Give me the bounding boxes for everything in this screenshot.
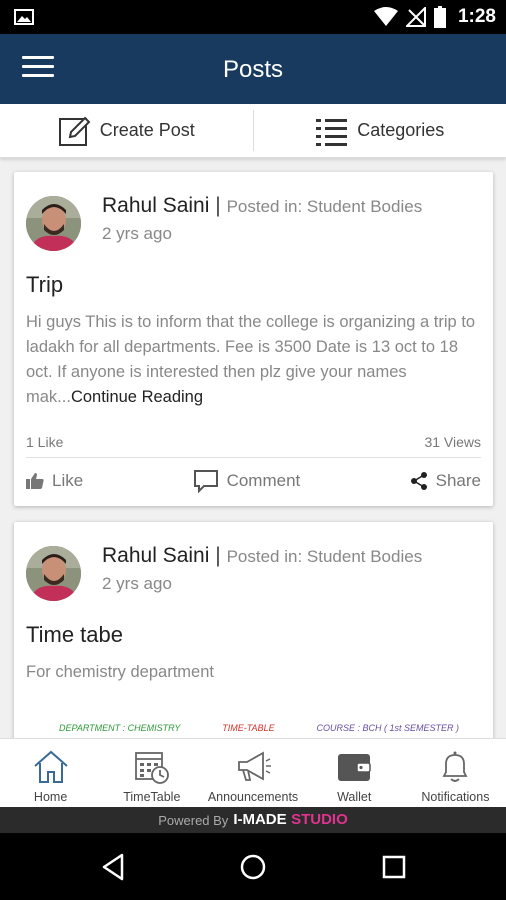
create-post-button[interactable]: Create Post <box>0 104 253 157</box>
post-author-line: Rahul Saini | Posted in: Student Bodies <box>102 194 422 218</box>
brand-logo: I-MADE STUDIO <box>233 811 347 829</box>
post-time: 2 yrs ago <box>102 224 172 243</box>
attachment-course: COURSE : BCH ( 1st SEMESTER ) <box>316 723 459 733</box>
post-stats: 1 Like 31 Views <box>26 434 481 450</box>
brand-name-part2: STUDIO <box>291 811 348 828</box>
battery-icon <box>433 6 446 28</box>
attachment-title: TIME-TABLE <box>222 723 275 733</box>
bell-icon <box>442 751 468 782</box>
nav-announcements[interactable]: Announcements <box>202 739 303 807</box>
page-title: Posts <box>222 56 284 83</box>
nav-timetable[interactable]: TimeTable <box>101 739 202 807</box>
share-icon <box>410 472 427 490</box>
categories-label: Categories <box>357 120 445 140</box>
home-circle-icon[interactable] <box>233 851 273 883</box>
author-separator: | <box>215 544 221 567</box>
view-count: 31 Views <box>424 434 481 450</box>
like-label: Like <box>52 471 84 490</box>
like-count[interactable]: 1 Like <box>26 434 63 450</box>
thumbs-up-icon <box>26 473 44 489</box>
nav-home[interactable]: Home <box>0 739 101 807</box>
app-bar: Posts <box>0 34 506 104</box>
comment-label: Comment <box>226 471 301 490</box>
post-body: Hi guys This is to inform that the colle… <box>26 310 481 410</box>
clock: 1:28 <box>457 6 496 27</box>
create-post-label: Create Post <box>99 120 195 140</box>
brand-name-part1: I-MADE <box>233 811 287 828</box>
stats-divider <box>26 457 481 458</box>
powered-by-footer: Powered By I-MADE STUDIO <box>0 807 506 833</box>
no-signal-icon <box>405 7 426 27</box>
nav-wallet[interactable]: Wallet <box>304 739 405 807</box>
posted-in-category[interactable]: Posted in: Student Bodies <box>227 547 423 566</box>
action-bar: Create Post Categories <box>0 104 506 158</box>
nav-notifications[interactable]: Notifications <box>405 739 506 807</box>
post-title[interactable]: Time tabe <box>26 622 123 648</box>
image-notification-icon <box>14 9 34 25</box>
timetable-attachment-preview[interactable]: DEPARTMENT : CHEMISTRY TIME-TABLE COURSE… <box>59 723 459 738</box>
post-body-text: For chemistry department <box>26 663 214 681</box>
comment-button[interactable]: Comment <box>193 469 301 493</box>
categories-button[interactable]: Categories <box>254 104 506 157</box>
list-icon <box>316 118 348 146</box>
posted-in-category[interactable]: Posted in: Student Bodies <box>227 197 423 216</box>
wifi-icon <box>373 7 398 26</box>
megaphone-icon <box>238 751 271 781</box>
post-title[interactable]: Trip <box>26 272 63 298</box>
nav-label: Notifications <box>421 790 490 804</box>
continue-reading-link[interactable]: Continue Reading <box>71 388 203 406</box>
avatar[interactable] <box>26 546 81 601</box>
share-label: Share <box>435 471 481 490</box>
status-bar: 1:28 <box>0 0 506 34</box>
post-card[interactable]: Rahul Saini | Posted in: Student Bodies … <box>14 172 493 506</box>
nav-label: Announcements <box>207 790 299 804</box>
nav-label: Home <box>33 790 68 804</box>
like-button[interactable]: Like <box>26 471 83 491</box>
recents-icon[interactable] <box>374 851 414 883</box>
author-name[interactable]: Rahul Saini <box>102 544 209 567</box>
wallet-icon <box>338 754 371 781</box>
home-icon <box>33 750 68 783</box>
edit-icon <box>58 116 91 146</box>
post-feed[interactable]: Rahul Saini | Posted in: Student Bodies … <box>0 158 506 738</box>
post-time: 2 yrs ago <box>102 574 172 593</box>
author-separator: | <box>215 194 221 217</box>
nav-label: TimeTable <box>123 790 181 804</box>
post-actions: Like Comment Share <box>26 469 481 493</box>
nav-label: Wallet <box>337 790 372 804</box>
timetable-icon <box>134 752 169 784</box>
avatar[interactable] <box>26 196 81 251</box>
post-author-line: Rahul Saini | Posted in: Student Bodies <box>102 544 422 568</box>
comment-icon <box>193 470 218 493</box>
bottom-navigation: Home TimeTable Announcements Wallet Noti… <box>0 738 506 807</box>
back-icon[interactable] <box>94 851 134 883</box>
post-card[interactable]: Rahul Saini | Posted in: Student Bodies … <box>14 522 493 738</box>
system-navigation-bar <box>0 833 506 900</box>
attachment-department: DEPARTMENT : CHEMISTRY <box>59 723 181 733</box>
powered-by-label: Powered By <box>158 812 229 828</box>
author-name[interactable]: Rahul Saini <box>102 194 209 217</box>
share-button[interactable]: Share <box>410 471 481 491</box>
